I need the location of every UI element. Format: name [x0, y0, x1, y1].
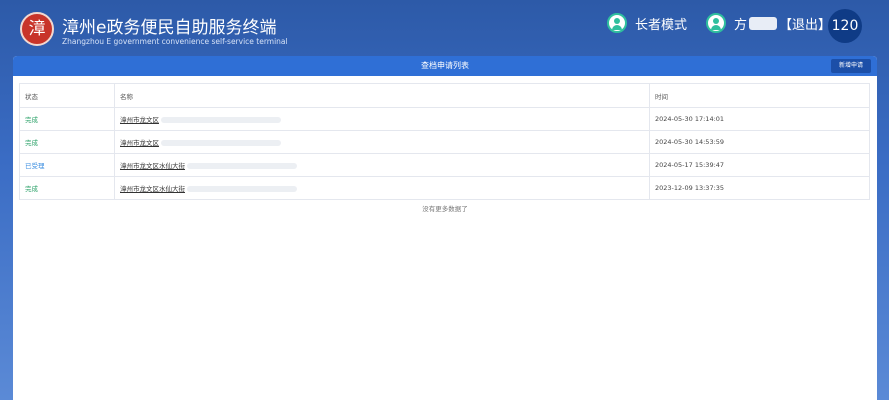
panel-title: 查档申请列表	[421, 61, 469, 70]
row-time: 2024-05-17 15:39:47	[649, 153, 870, 177]
panel-header: 查档申请列表 新增申请	[13, 56, 877, 76]
row-status: 完成	[19, 176, 115, 200]
row-time: 2024-05-30 14:53:59	[649, 130, 870, 154]
row-name[interactable]: 漳州市龙文区	[114, 107, 650, 131]
table-row[interactable]: 已受理 漳州市龙文区水仙大街 2024-05-17 15:39:47	[19, 153, 870, 177]
redacted-address	[161, 117, 281, 123]
app-header: 漳 漳州e政务便民自助服务终端 Zhangzhou E government c…	[0, 0, 889, 56]
column-name: 名称	[114, 83, 650, 108]
table-header-row: 状态 名称 时间	[19, 83, 870, 108]
row-time: 2023-12-09 13:37:35	[649, 176, 870, 200]
row-status: 完成	[19, 130, 115, 154]
redacted-name	[749, 16, 778, 30]
no-more-data-text: 没有更多数据了	[422, 205, 468, 213]
row-name-link[interactable]: 漳州市龙文区	[120, 116, 159, 124]
table-row[interactable]: 完成 漳州市龙文区水仙大街 2023-12-09 13:37:35	[19, 176, 870, 200]
user-account: 方 【退出】	[706, 11, 831, 35]
row-status: 已受理	[19, 153, 115, 177]
column-status: 状态	[19, 83, 115, 108]
row-name[interactable]: 漳州市龙文区水仙大街	[114, 176, 650, 200]
elder-mode-button[interactable]: 长者模式	[607, 11, 687, 35]
elder-mode-label: 长者模式	[635, 17, 688, 33]
row-name[interactable]: 漳州市龙文区	[114, 130, 650, 154]
app-title: 漳州e政务便民自助服务终端	[62, 18, 277, 38]
row-name[interactable]: 漳州市龙文区水仙大街	[114, 153, 650, 177]
application-table: 状态 名称 时间 完成 漳州市龙文区 2024-05-30 17:14:01 完…	[19, 83, 870, 200]
user-name: 方	[734, 17, 748, 33]
elder-user-icon	[607, 13, 627, 33]
logout-button[interactable]: 【退出】	[779, 14, 831, 33]
row-status: 完成	[19, 107, 115, 131]
user-avatar-icon	[706, 13, 726, 33]
application-list-panel: 查档申请列表 新增申请 状态 名称 时间 完成 漳州市龙文区 2024-05-3…	[13, 56, 877, 400]
redacted-address	[187, 163, 297, 169]
table-row[interactable]: 完成 漳州市龙文区 2024-05-30 17:14:01	[19, 107, 870, 131]
app-subtitle: Zhangzhou E government convenience self-…	[62, 37, 288, 46]
countdown-badge: 120	[828, 9, 862, 43]
new-application-button[interactable]: 新增申请	[830, 59, 871, 73]
redacted-address	[161, 140, 281, 146]
row-name-link[interactable]: 漳州市龙文区水仙大街	[120, 185, 185, 193]
row-time: 2024-05-30 17:14:01	[649, 107, 870, 131]
table-row[interactable]: 完成 漳州市龙文区 2024-05-30 14:53:59	[19, 130, 870, 154]
city-logo-icon: 漳	[20, 12, 54, 46]
row-name-link[interactable]: 漳州市龙文区水仙大街	[120, 162, 185, 170]
row-name-link[interactable]: 漳州市龙文区	[120, 139, 159, 147]
column-time: 时间	[649, 83, 870, 108]
redacted-address	[187, 186, 297, 192]
